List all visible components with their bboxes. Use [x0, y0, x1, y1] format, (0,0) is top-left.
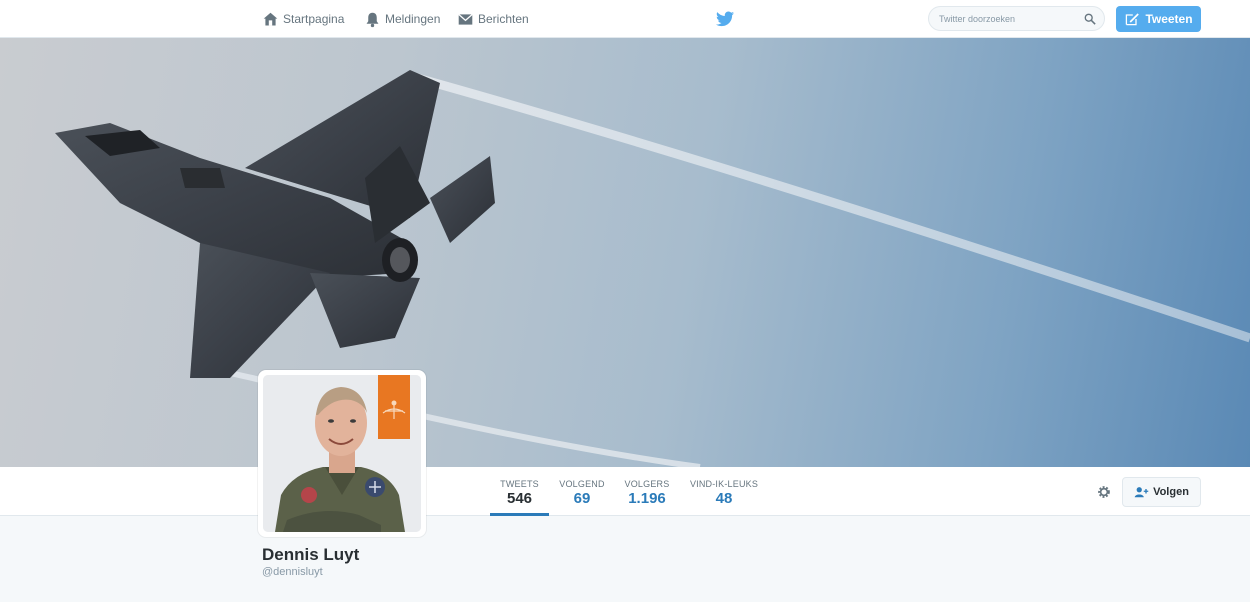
search-box: [928, 6, 1105, 31]
follow-button[interactable]: Volgen: [1122, 477, 1201, 507]
avatar-photo: [263, 375, 421, 532]
stat-following-label: VOLGEND: [559, 479, 605, 489]
gear-icon[interactable]: [1096, 484, 1112, 500]
tweet-button[interactable]: Tweeten: [1116, 6, 1201, 32]
nav-home[interactable]: Startpagina: [262, 9, 344, 29]
stat-likes-value: 48: [715, 490, 733, 507]
home-icon: [263, 12, 278, 25]
stat-following-value: 69: [573, 490, 591, 507]
profile-name: Dennis Luyt: [262, 545, 360, 564]
bell-icon: [366, 12, 379, 27]
stat-followers-value: 1.196: [628, 490, 666, 507]
stat-following[interactable]: VOLGEND 69: [556, 467, 608, 516]
stat-likes[interactable]: VIND-IK-LEUKS 48: [688, 467, 760, 516]
profile-handle[interactable]: @dennisluyt: [262, 566, 323, 578]
portrait-image: [263, 375, 421, 532]
search-input[interactable]: [939, 10, 1079, 27]
fighter-jet-image: [55, 70, 1250, 467]
nav-notifications-label: Meldingen: [385, 12, 441, 26]
envelope-icon: [458, 13, 473, 25]
stat-likes-label: VIND-IK-LEUKS: [689, 479, 759, 489]
stat-tweets[interactable]: TWEETS 546: [490, 467, 549, 516]
stat-tweets-label: TWEETS: [500, 479, 539, 489]
nav-messages-label: Berichten: [478, 12, 529, 26]
profile-avatar[interactable]: [258, 370, 426, 537]
stat-followers-label: VOLGERS: [624, 479, 670, 489]
stat-followers[interactable]: VOLGERS 1.196: [622, 467, 672, 516]
follow-button-label: Volgen: [1153, 486, 1189, 498]
stat-tweets-value: 546: [506, 490, 533, 507]
top-navigation-bar: Startpagina Meldingen Berichten Tweeten: [0, 0, 1250, 38]
nav-messages[interactable]: Berichten: [457, 9, 529, 29]
add-user-icon: [1134, 487, 1149, 498]
nav-notifications[interactable]: Meldingen: [364, 9, 440, 29]
profile-navigation-bar: TWEETS 546 VOLGEND 69 VOLGERS 1.196 VIND…: [0, 467, 1250, 516]
tweet-button-label: Tweeten: [1145, 12, 1193, 26]
compose-icon: [1126, 13, 1140, 26]
twitter-bird-icon[interactable]: [716, 11, 734, 27]
search-icon[interactable]: [1084, 13, 1096, 25]
profile-header-image: [0, 38, 1250, 467]
nav-home-label: Startpagina: [283, 12, 345, 26]
